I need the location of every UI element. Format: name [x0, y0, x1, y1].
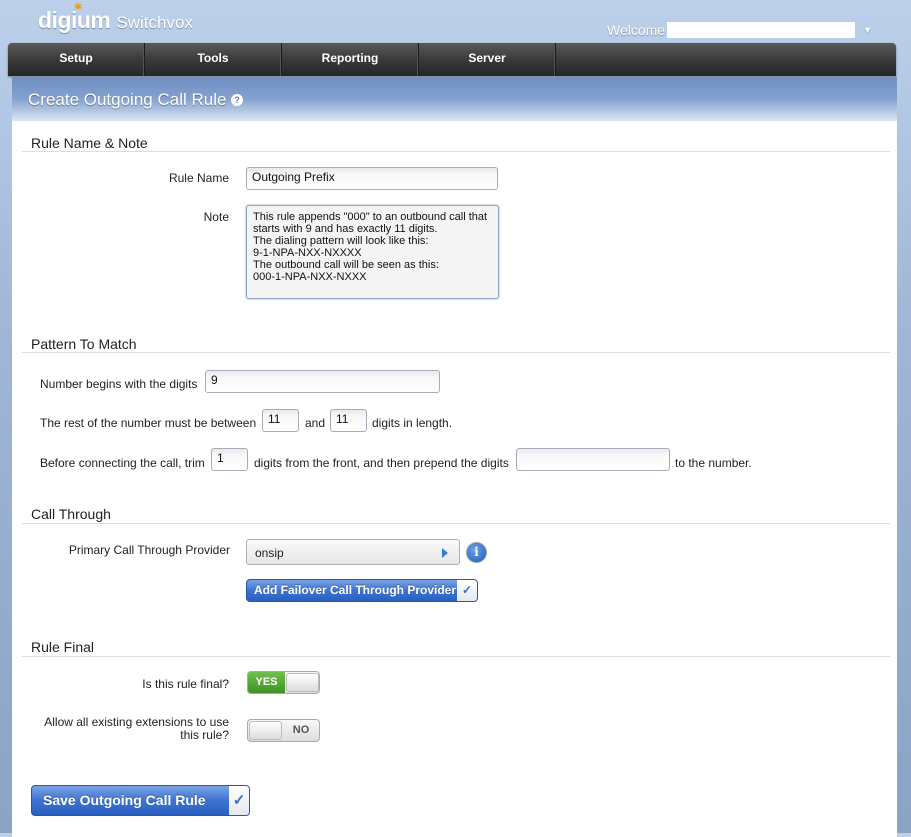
- allow-extensions-label: Allow all existing extensions to use thi…: [30, 716, 229, 742]
- trim-label: Before connecting the call, trim: [40, 456, 205, 470]
- welcome-text: Welcome: [607, 22, 666, 38]
- rule-final-toggle[interactable]: YES: [247, 671, 320, 694]
- toggle-knob: [286, 673, 319, 692]
- add-failover-button[interactable]: Add Failover Call Through Provider ✓: [246, 579, 478, 602]
- note-textarea[interactable]: This rule appends "000" to an outbound c…: [246, 205, 499, 299]
- info-icon[interactable]: i: [466, 542, 487, 563]
- play-arrow-icon: [442, 548, 448, 558]
- allow-extensions-toggle[interactable]: NO: [247, 719, 320, 742]
- nav-tools[interactable]: Tools: [145, 43, 282, 76]
- note-line: The dialing pattern will look like this:: [253, 235, 429, 247]
- prepend-digits-input[interactable]: [516, 448, 670, 471]
- toggle-knob: [249, 721, 282, 740]
- note-line: This rule appends "000" to an outbound c…: [253, 211, 488, 223]
- chevron-down-icon[interactable]: ▼: [863, 25, 872, 35]
- checkmark-icon: ✓: [229, 786, 249, 815]
- min-digits-input[interactable]: 11: [262, 409, 299, 432]
- welcome-menu[interactable]: Welcome ▼: [607, 22, 872, 38]
- section-divider: [22, 352, 890, 353]
- checkmark-icon: ✓: [457, 580, 477, 601]
- provider-selected-value: onsip: [255, 546, 284, 560]
- trim-digits-input[interactable]: 1: [211, 448, 248, 471]
- rule-name-input[interactable]: Outgoing Prefix: [246, 167, 498, 190]
- note-line: The outbound call will be seen as this:: [253, 259, 439, 271]
- begins-with-input[interactable]: 9: [205, 370, 440, 393]
- note-line: starts with 9 and has exactly 11 digits.: [253, 223, 438, 235]
- note-line: 000-1-NPA-NXX-NXXX: [253, 271, 367, 283]
- redacted-username: [667, 22, 856, 38]
- save-outgoing-call-rule-button[interactable]: Save Outgoing Call Rule ✓: [31, 785, 250, 816]
- provider-label: Primary Call Through Provider: [68, 543, 230, 557]
- main-nav: Setup Tools Reporting Server: [8, 43, 896, 76]
- to-number-label: to the number.: [675, 456, 752, 470]
- toggle-no: NO: [292, 724, 310, 736]
- length-range-label: The rest of the number must be between: [40, 416, 257, 430]
- nav-reporting[interactable]: Reporting: [282, 43, 419, 76]
- and-label: and: [305, 416, 326, 430]
- allow-extensions-label-line: this rule?: [180, 728, 229, 742]
- section-divider: [22, 656, 890, 657]
- product-name: Switchvox: [116, 13, 193, 32]
- prepend-label: digits from the front, and then prepend …: [254, 456, 509, 470]
- section-rule-final: Rule Final: [31, 639, 95, 655]
- add-failover-label: Add Failover Call Through Provider: [254, 583, 457, 597]
- logo-star-icon: ✱: [74, 2, 83, 13]
- page-title: Create Outgoing Call Rule: [28, 90, 227, 109]
- section-divider: [22, 151, 890, 152]
- digium-logo: digium ✱ Switchvox: [38, 2, 193, 35]
- note-line: 9-1-NPA-NXX-NXXXX: [253, 247, 362, 259]
- nav-setup[interactable]: Setup: [8, 43, 145, 76]
- begins-with-label: Number begins with the digits: [40, 377, 198, 391]
- nav-server[interactable]: Server: [419, 43, 556, 76]
- provider-select[interactable]: onsip: [246, 539, 460, 565]
- section-pattern-to-match: Pattern To Match: [31, 336, 137, 352]
- max-digits-input[interactable]: 11: [330, 409, 367, 432]
- section-rule-name-note: Rule Name & Note: [31, 135, 148, 151]
- rule-name-label: Rule Name: [168, 171, 229, 185]
- section-call-through: Call Through: [31, 506, 111, 522]
- rule-final-label: Is this rule final?: [142, 677, 229, 691]
- note-label: Note: [203, 210, 229, 224]
- toggle-yes: YES: [248, 672, 285, 693]
- help-icon[interactable]: ?: [231, 94, 243, 106]
- section-divider: [22, 523, 890, 524]
- digits-length-label: digits in length.: [372, 416, 453, 430]
- save-button-label: Save Outgoing Call Rule: [43, 792, 206, 808]
